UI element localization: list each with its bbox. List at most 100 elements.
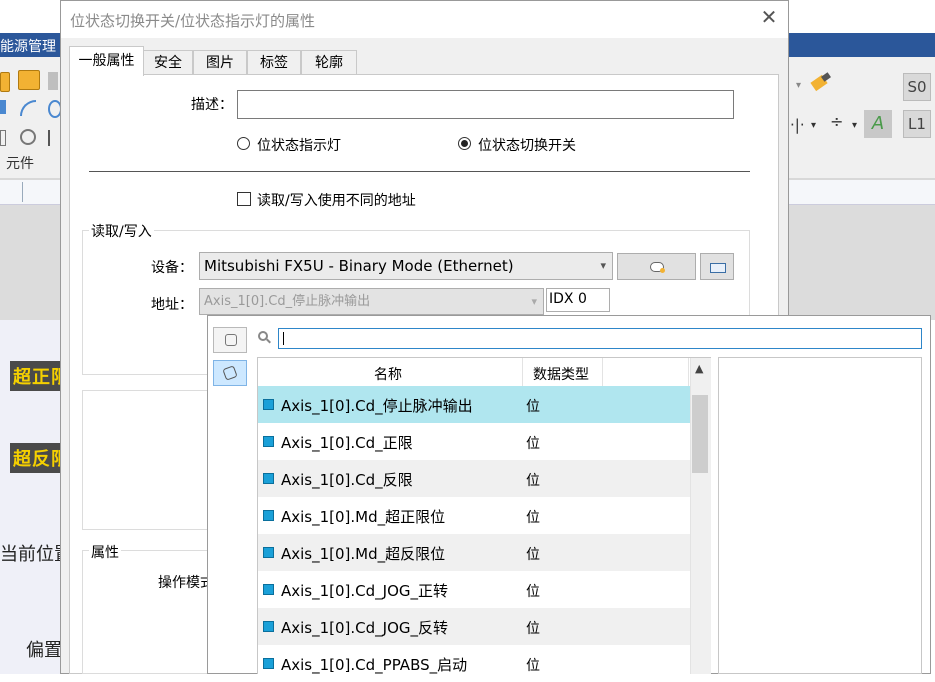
tag-name: Axis_1[0].Cd_停止脉冲输出: [281, 397, 473, 415]
description-input[interactable]: [237, 90, 734, 119]
table-row[interactable]: Axis_1[0].Cd_正限 位: [258, 423, 690, 460]
align-vertical-icon[interactable]: ÷: [830, 112, 843, 131]
table-row[interactable]: Axis_1[0].Cd_反限 位: [258, 460, 690, 497]
device-select-value: Mitsubishi FX5U - Binary Mode (Ethernet): [204, 257, 514, 275]
tab-picture[interactable]: 图片: [193, 50, 247, 74]
app-title: 能源管理: [0, 39, 56, 55]
tag-icon: [263, 621, 274, 632]
tab-outline[interactable]: 轮廓: [301, 50, 357, 74]
scroll-up-icon[interactable]: ▲: [695, 362, 703, 375]
dropdown-arrow-icon[interactable]: ▾: [811, 120, 816, 131]
column-separator[interactable]: [688, 358, 689, 386]
list-tool-icon[interactable]: [48, 130, 58, 146]
tag-icon: [263, 584, 274, 595]
different-address-label[interactable]: 读取/写入使用不同的地址: [257, 190, 416, 210]
device-settings-button[interactable]: [617, 253, 696, 280]
tab-label[interactable]: 标签: [247, 50, 301, 74]
edit-icon: [710, 263, 726, 273]
device-tree-icon: [225, 334, 237, 346]
read-write-group-title: 读取/写入: [89, 221, 154, 241]
table-row[interactable]: Axis_1[0].Cd_停止脉冲输出 位: [258, 386, 690, 423]
table-row[interactable]: Axis_1[0].Md_超正限位 位: [258, 497, 690, 534]
tag-type: 位: [526, 473, 540, 489]
tag-name: Axis_1[0].Md_超正限位: [281, 508, 446, 526]
device-select[interactable]: Mitsubishi FX5U - Binary Mode (Ethernet)…: [199, 252, 613, 280]
tag-detail-pane: [718, 357, 922, 674]
tag-name: Axis_1[0].Md_超反限位: [281, 545, 446, 563]
device-edit-button[interactable]: [700, 253, 734, 280]
tag-type: 位: [526, 399, 540, 415]
image-tool-icon[interactable]: [18, 70, 40, 90]
tag-name: Axis_1[0].Cd_PPABS_启动: [281, 656, 468, 674]
tag-name: Axis_1[0].Cd_JOG_反转: [281, 619, 449, 637]
dialog-title: 位状态切换开关/位状态指示灯的属性: [70, 12, 316, 30]
properties-group-title: 属性: [89, 542, 121, 562]
dropdown-arrow-icon[interactable]: ▾: [852, 120, 857, 131]
switch-radio-label[interactable]: 位状态切换开关: [478, 135, 576, 155]
divider: [89, 171, 750, 172]
over-negative-limit-lamp[interactable]: 超反限: [10, 443, 64, 473]
over-positive-limit-lamp[interactable]: 超正限: [10, 361, 64, 391]
l1-button[interactable]: L1: [903, 110, 931, 138]
tag-type: 位: [526, 658, 540, 674]
device-label: 设备：: [151, 260, 193, 276]
tag-name: Axis_1[0].Cd_反限: [281, 471, 413, 489]
align-horizontal-icon[interactable]: ·|·: [790, 116, 805, 134]
tag-icon: [263, 399, 274, 410]
column-name-header[interactable]: 名称: [374, 364, 402, 384]
device-view-button[interactable]: [213, 327, 247, 353]
table-row[interactable]: Axis_1[0].Cd_JOG_正转 位: [258, 571, 690, 608]
table-row[interactable]: Axis_1[0].Cd_JOG_反转 位: [258, 608, 690, 645]
clipboard-icon[interactable]: [48, 72, 58, 90]
column-separator[interactable]: [522, 358, 523, 386]
switch-radio[interactable]: [458, 137, 471, 150]
tag-icon: [263, 547, 274, 558]
address-select[interactable]: Axis_1[0].Cd_停止脉冲输出 ▾: [199, 288, 544, 315]
tag-name: Axis_1[0].Cd_JOG_正转: [281, 582, 449, 600]
idx-field[interactable]: IDX 0: [546, 288, 610, 312]
document-tab[interactable]: [0, 182, 23, 202]
table-row[interactable]: Axis_1[0].Md_超反限位 位: [258, 534, 690, 571]
node-tool-icon[interactable]: [0, 100, 6, 114]
indicator-radio[interactable]: [237, 137, 250, 150]
tab-security[interactable]: 安全: [143, 50, 193, 74]
tag-view-button[interactable]: [213, 360, 247, 386]
pencil-icon: [222, 365, 238, 381]
column-separator[interactable]: [602, 358, 603, 386]
tag-icon: [263, 436, 274, 447]
tag-type: 位: [526, 621, 540, 637]
tag-type: 位: [526, 547, 540, 563]
tag-icon: [263, 510, 274, 521]
properties-group: [82, 550, 212, 674]
operation-mode-label: 操作模式: [158, 575, 210, 591]
tag-icon: [263, 658, 274, 669]
device-icon-dot: [660, 268, 665, 273]
tag-icon: [263, 473, 274, 484]
text-style-icon[interactable]: A: [864, 110, 892, 138]
tag-type: 位: [526, 584, 540, 600]
tab-general[interactable]: 一般属性: [69, 46, 144, 76]
indicator-radio-label[interactable]: 位状态指示灯: [257, 135, 341, 155]
address-label: 地址：: [151, 297, 193, 313]
different-address-checkbox[interactable]: [237, 192, 251, 206]
close-icon[interactable]: ✕: [758, 6, 780, 28]
chevron-down-icon: ▾: [531, 295, 537, 308]
dropdown-arrow-icon[interactable]: ▾: [796, 80, 801, 91]
offset-label: 偏置: [26, 640, 62, 661]
description-label: 描述：: [191, 97, 233, 113]
ribbon-group-label: 元件: [6, 156, 34, 172]
scrollbar-thumb[interactable]: [692, 395, 708, 473]
shape-tool-icon[interactable]: [0, 72, 10, 92]
tag-type: 位: [526, 436, 540, 452]
s0-button[interactable]: S0: [903, 73, 931, 101]
table-row[interactable]: Axis_1[0].Cd_PPABS_启动 位: [258, 645, 690, 682]
tag-name: Axis_1[0].Cd_正限: [281, 434, 413, 452]
tag-type: 位: [526, 510, 540, 526]
column-type-header[interactable]: 数据类型: [533, 364, 589, 384]
address-select-value: Axis_1[0].Cd_停止脉冲输出: [204, 294, 371, 309]
format-painter-icon[interactable]: [810, 72, 832, 94]
table-tool-icon[interactable]: [0, 130, 6, 146]
search-input[interactable]: [278, 328, 922, 349]
chevron-down-icon: ▾: [600, 259, 606, 272]
lamp-tool-icon[interactable]: [20, 129, 36, 145]
